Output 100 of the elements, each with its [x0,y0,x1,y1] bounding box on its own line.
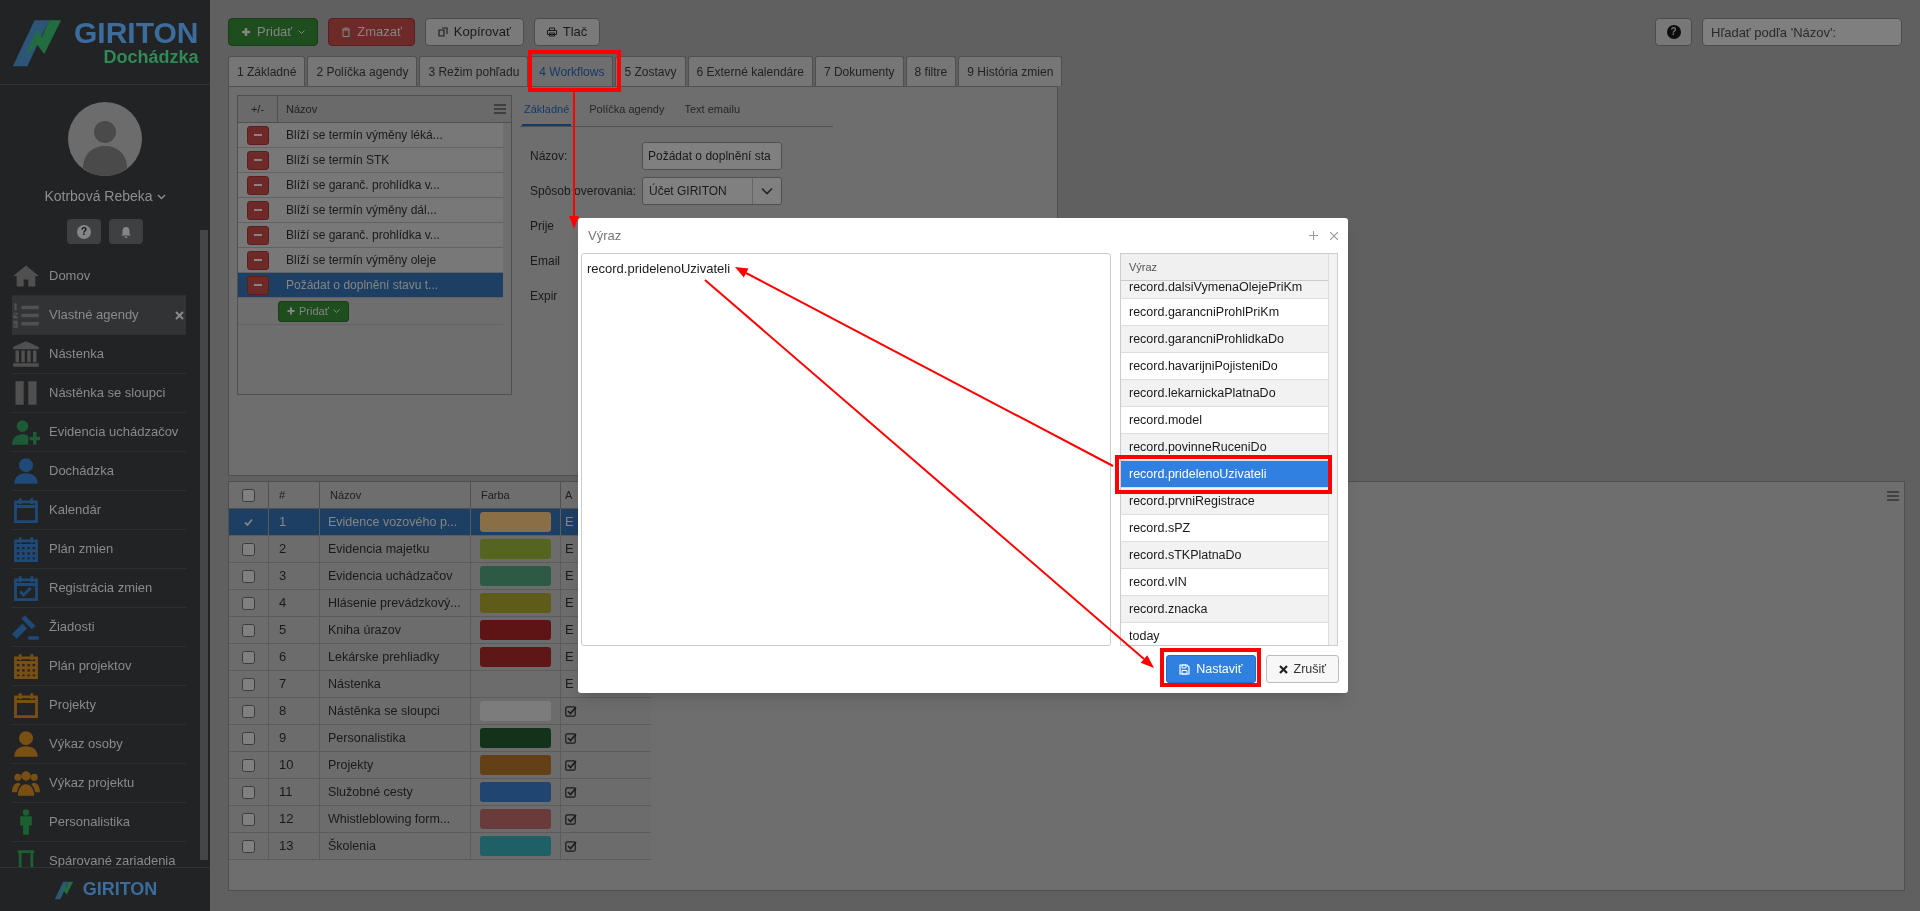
table-cell-text: 3 [279,567,287,586]
product-name: Dochádzka [103,48,199,66]
menu-icon[interactable] [494,104,506,114]
workflow-row[interactable]: Blíží se termín výměny oleje [238,248,503,273]
table-row[interactable]: 10 Projekty [229,752,651,779]
table-row[interactable]: 11 Služobné cesty [229,779,651,806]
list-item[interactable]: record.znacka [1121,596,1329,623]
remove-button[interactable] [247,125,269,145]
close-icon[interactable] [175,310,184,320]
table-cell-text: Evidencia majetku [328,540,430,558]
table-cell-text: 9 [279,729,287,748]
workflow-row[interactable]: Blíží se termín výměny dál... [238,198,503,223]
table-cell-text: Lekárske prehliadky [328,648,440,666]
print-button[interactable]: Tlač [533,18,601,46]
tab[interactable]: 3 Režim pohľadu [419,56,529,86]
add-button[interactable]: Pridať [278,300,349,322]
column-header: Farba [481,487,510,503]
table-row[interactable]: 13 Školenia [229,833,651,860]
checkbox[interactable] [242,839,255,853]
add-button[interactable]: Pridať [228,18,319,46]
remove-button[interactable] [247,225,269,245]
help-button[interactable]: ? [1655,18,1692,46]
table-row[interactable]: 12 Whistleblowing form... [229,806,651,833]
list-item[interactable]: record.garancniProhlidkaDo [1121,326,1329,353]
workflow-row[interactable]: Blíží se termín výměny léká... [238,123,503,148]
table-cell-text: 2 [279,540,287,559]
close-icon [1278,664,1288,674]
list-item[interactable]: record.pridelenoUzivateli [1121,461,1329,488]
help-button[interactable]: ? [67,219,101,244]
checkbox[interactable] [242,542,255,556]
select-field[interactable]: Účet GIRITON [642,176,782,205]
scrollbar[interactable] [1328,254,1337,645]
notifications-button[interactable] [109,219,143,244]
list-item[interactable]: record.dalsiVymenaOlejePriKm [1121,281,1329,299]
copy-icon [437,27,448,37]
trash-icon [341,27,352,37]
checkbox[interactable] [242,677,255,691]
checkbox[interactable] [242,650,255,664]
checkbox[interactable] [242,812,255,826]
tab[interactable]: 2 Políčka agendy [307,56,418,86]
cancel-button[interactable]: Zrušiť [1265,655,1339,683]
list-item[interactable]: record.sTKPlatnaDo [1121,542,1329,569]
workflow-row[interactable]: Blíží se garanč. prohlídka v... [238,173,503,198]
copy-button[interactable]: Kopírovať [424,18,524,46]
workflow-name: Blíží se garanč. prohlídka v... [285,177,441,194]
tab[interactable]: 6 Externé kalendáre [687,56,813,86]
remove-button[interactable] [247,250,269,270]
maximize-icon[interactable] [1309,231,1318,240]
table-row[interactable]: 9 Personalistika [229,725,651,752]
remove-button[interactable] [247,275,269,295]
printer-icon [546,27,557,37]
tab[interactable]: 9 História zmien [958,56,1063,86]
expression-field[interactable]: record.pridelenoUzivateli [581,253,1111,646]
table-cell-text: E [565,594,574,613]
table-cell-text: Školenia [328,837,376,855]
minus-icon [254,284,262,286]
scrollbar[interactable] [200,230,208,860]
table-cell-text: 12 [279,810,294,829]
table-cell-text: 7 [279,675,287,694]
workflow-row[interactable]: Požádat o doplnění stavu t... [238,273,503,298]
checkbox[interactable] [242,569,255,583]
remove-button[interactable] [247,200,269,220]
table-cell-text: 5 [279,621,287,640]
sidebar-item[interactable]: Vlastné agendy [12,296,186,335]
remove-button[interactable] [247,150,269,170]
workflow-name: Požádat o doplnění stavu t... [285,277,440,294]
plus-icon [241,27,251,37]
checkbox[interactable] [242,704,255,718]
caret-icon [298,29,306,35]
workflow-row[interactable]: Blíží se garanč. prohlídka v... [238,223,503,248]
checkbox[interactable] [242,785,255,799]
user-name[interactable]: Kotrbová Rebeka [44,186,153,207]
close-icon[interactable] [1330,231,1338,240]
tab[interactable]: 7 Dokumenty [814,56,904,86]
tab[interactable]: 4 Workflows [530,56,614,86]
tab[interactable]: 8 filtre [905,56,957,86]
checkbox[interactable] [242,488,255,502]
list-item[interactable]: record.lekarnickaPlatnaDo [1121,380,1329,407]
column-header: Názov [286,102,318,115]
subtab[interactable]: Políčka agendy [587,95,667,126]
subtab[interactable]: Text emailu [682,95,743,126]
checkbox[interactable] [242,623,255,637]
checkbox[interactable] [242,596,255,610]
checkbox[interactable] [242,758,255,772]
table-cell-text: Evidencia uchádzačov [328,567,453,585]
subtab[interactable]: Základné [522,95,572,126]
tab[interactable]: 5 Zostavy [615,56,686,86]
set-button[interactable]: Nastaviť [1166,655,1256,683]
text-field[interactable]: Požádat o doplnění sta [642,141,782,170]
table-cell-text: E [565,540,574,559]
table-row[interactable]: 8 Nástěnka se sloupci [229,698,651,725]
tab[interactable]: 1 Základné [228,56,306,86]
search-field[interactable]: Hľadať podľa 'Názov': [1702,18,1902,46]
remove-button[interactable] [247,175,269,195]
menu-icon[interactable] [1887,491,1899,501]
workflow-row[interactable]: Blíží se termín STK [238,148,503,173]
delete-button[interactable]: Zmazať [328,18,415,46]
table-cell-text: Projekty [328,756,374,774]
checkbox[interactable] [242,731,255,745]
table-cell-text: Personalistika [328,729,406,747]
